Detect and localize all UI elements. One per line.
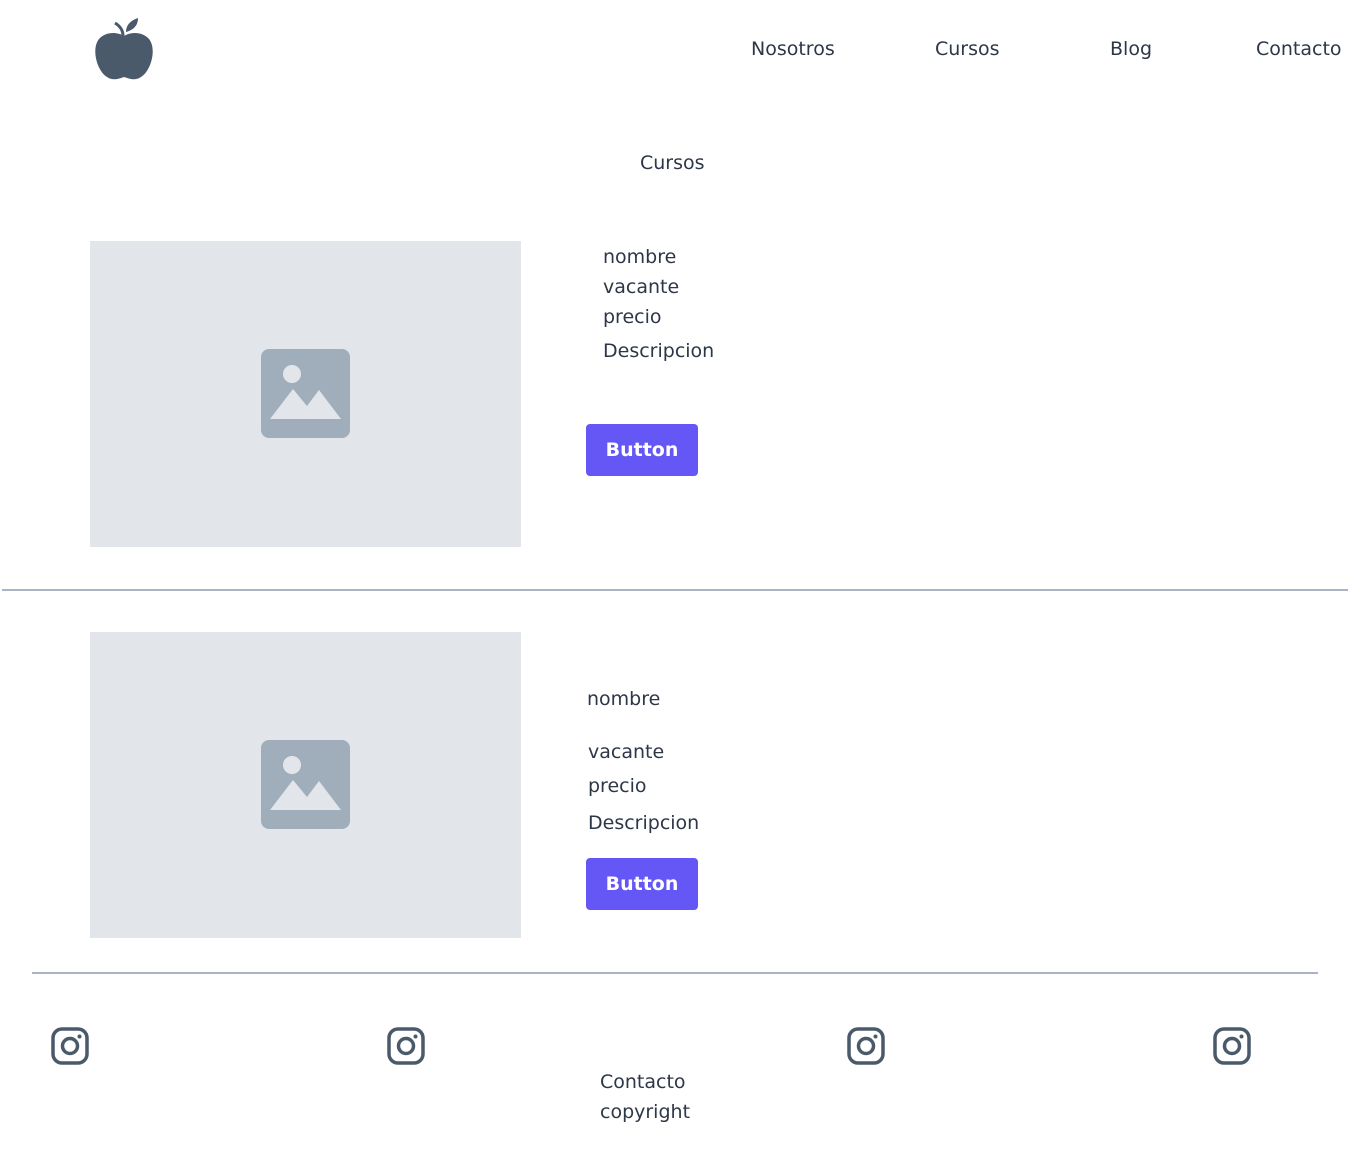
nav-blog[interactable]: Blog: [1110, 38, 1152, 60]
instagram-icon[interactable]: [1213, 1027, 1251, 1069]
page-title: Cursos: [640, 152, 705, 174]
course-name: nombre: [587, 688, 661, 710]
image-icon: [261, 349, 350, 438]
nav-contacto[interactable]: Contacto: [1256, 38, 1342, 60]
footer-contact[interactable]: Contacto: [600, 1071, 686, 1093]
course-price: precio: [603, 306, 662, 328]
instagram-icon[interactable]: [51, 1027, 89, 1069]
course-description: Descripcion: [588, 812, 700, 834]
course-price: precio: [588, 775, 647, 797]
course-button[interactable]: Button: [586, 858, 698, 910]
course-image-placeholder: [90, 632, 521, 938]
course-image-placeholder: [90, 241, 521, 547]
logo-apple-icon[interactable]: [94, 14, 154, 88]
footer-divider: [32, 972, 1318, 974]
footer-copyright: copyright: [600, 1101, 691, 1123]
divider: [2, 589, 1348, 591]
course-vacancy: vacante: [603, 276, 680, 298]
instagram-icon[interactable]: [387, 1027, 425, 1069]
course-name: nombre: [603, 246, 677, 268]
nav-nosotros[interactable]: Nosotros: [751, 38, 835, 60]
course-description: Descripcion: [603, 340, 715, 362]
nav-cursos[interactable]: Cursos: [935, 38, 1000, 60]
course-vacancy: vacante: [588, 741, 665, 763]
image-icon: [261, 740, 350, 829]
instagram-icon[interactable]: [847, 1027, 885, 1069]
course-button[interactable]: Button: [586, 424, 698, 476]
